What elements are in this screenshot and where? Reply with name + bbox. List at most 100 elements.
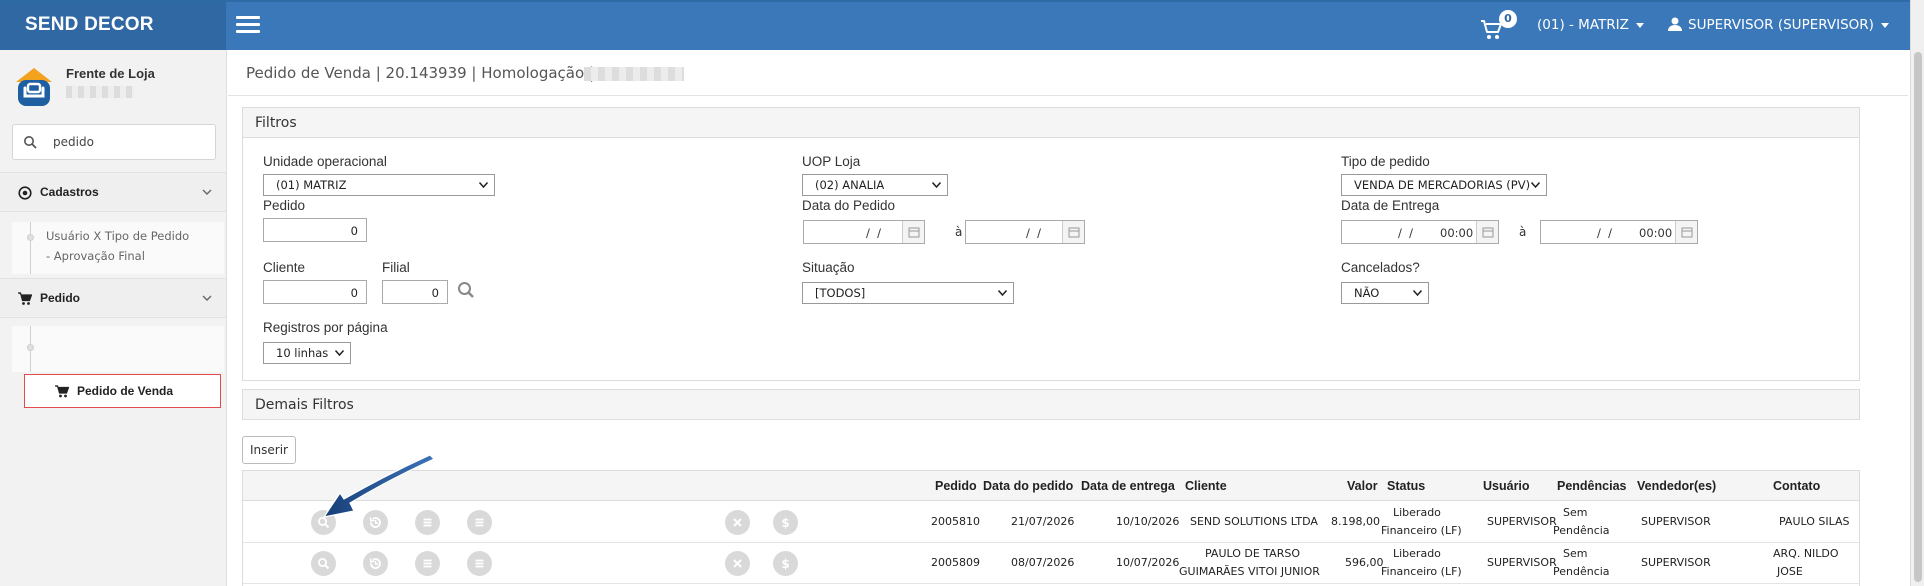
cell-cliente-line2: GUIMARÃES VITOI JUNIOR xyxy=(1179,565,1320,578)
cell-data-entrega: 10/07/2026 xyxy=(1116,556,1180,569)
data-pedido-label: Data do Pedido xyxy=(802,198,896,213)
uop-label: UOP Loja xyxy=(802,154,861,169)
cell-pendencias-line1: Sem xyxy=(1563,506,1588,519)
uop-select[interactable]: (02) ANALIA xyxy=(802,174,948,196)
pedido-input[interactable]: 0 xyxy=(263,218,367,242)
data-entrega-fim-input[interactable]: / / 00:00 xyxy=(1540,220,1698,244)
col-header-usuario[interactable]: Usuário xyxy=(1483,479,1530,493)
search-icon[interactable] xyxy=(457,281,475,299)
unidade-select-value: (01) MATRIZ xyxy=(276,178,347,192)
data-pedido-fim-input[interactable]: / / xyxy=(965,220,1085,244)
annotation-arrow-icon xyxy=(322,455,436,518)
details-button[interactable] xyxy=(467,551,492,576)
data-pedido-inicio-input[interactable]: / / xyxy=(803,220,925,244)
scrollbar-thumb[interactable] xyxy=(1914,52,1922,582)
calendar-icon[interactable] xyxy=(902,221,924,243)
cart-button[interactable]: 0 xyxy=(1480,10,1517,43)
payment-button[interactable]: $ xyxy=(773,510,798,535)
registros-select[interactable]: 10 linhas xyxy=(263,342,351,364)
cell-status-line1: Liberado xyxy=(1393,547,1441,560)
unit-selector[interactable]: (01) - MATRIZ xyxy=(1537,17,1644,33)
chevron-down-icon xyxy=(1413,290,1422,296)
more-filters-title[interactable]: Demais Filtros xyxy=(243,390,1859,419)
calendar-icon[interactable] xyxy=(1476,221,1498,243)
chevron-down-icon xyxy=(1880,22,1889,28)
svg-text:$: $ xyxy=(781,557,789,571)
filial-input[interactable]: 0 xyxy=(382,280,448,304)
cliente-input[interactable]: 0 xyxy=(263,280,367,304)
col-header-pedido[interactable]: Pedido xyxy=(935,479,977,493)
more-filters-panel[interactable]: Demais Filtros xyxy=(242,389,1860,420)
cancelados-select[interactable]: NÃO xyxy=(1341,282,1429,304)
filters-panel-title[interactable]: Filtros xyxy=(243,108,1859,138)
page-title: Pedido de Venda | 20.143939 | Homologaçã… xyxy=(246,64,594,82)
cell-data-entrega: 10/10/2026 xyxy=(1116,515,1180,528)
cell-cliente-line1: PAULO DE TARSO xyxy=(1205,547,1300,560)
sidebar-section-label: Pedido xyxy=(40,291,81,305)
cell-usuario: SUPERVISOR xyxy=(1487,515,1557,528)
sidebar-section-cadastros[interactable]: Cadastros xyxy=(0,172,226,212)
sidebar-search-input[interactable] xyxy=(53,133,203,151)
col-header-cliente[interactable]: Cliente xyxy=(1185,479,1227,493)
list-button[interactable] xyxy=(415,551,440,576)
data-entrega-inicio-input[interactable]: / / 00:00 xyxy=(1341,220,1499,244)
col-header-data-entrega[interactable]: Data de entrega xyxy=(1081,479,1175,493)
pedido-label: Pedido xyxy=(263,198,306,213)
sidebar-section-label: Cadastros xyxy=(40,185,99,199)
user-icon xyxy=(1668,17,1682,31)
sidebar-submenu-pedido xyxy=(12,326,224,372)
menu-toggle-icon[interactable] xyxy=(236,16,260,34)
view-order-button[interactable] xyxy=(311,551,336,576)
history-icon xyxy=(369,558,381,569)
table-header: Pedido Data do pedido Data de entrega Cl… xyxy=(243,471,1859,501)
table-row[interactable]: $ 2005810 21/07/2026 10/10/2026 SEND SOL… xyxy=(243,502,1859,543)
chevron-down-icon xyxy=(202,189,212,195)
col-header-status[interactable]: Status xyxy=(1387,479,1425,493)
col-header-vendedores[interactable]: Vendedor(es) xyxy=(1637,479,1716,493)
col-header-contato[interactable]: Contato xyxy=(1773,479,1820,493)
col-header-pendencias[interactable]: Pendências xyxy=(1557,479,1626,493)
profile-name: Frente de Loja xyxy=(66,66,155,81)
unidade-select[interactable]: (01) MATRIZ xyxy=(263,174,495,196)
chevron-down-icon xyxy=(1635,22,1644,28)
col-header-valor[interactable]: Valor xyxy=(1347,479,1378,493)
cell-contato: PAULO SILAS xyxy=(1779,515,1850,528)
cell-status-line2: Financeiro (LF) xyxy=(1381,565,1462,578)
situacao-select[interactable]: [TODOS] xyxy=(802,282,1014,304)
cell-contato-line1: ARQ. NILDO xyxy=(1773,547,1839,560)
details-button[interactable] xyxy=(467,510,492,535)
cart-icon xyxy=(18,292,32,305)
vertical-scrollbar[interactable] xyxy=(1910,0,1924,586)
history-button[interactable] xyxy=(363,551,388,576)
cell-pedido: 2005810 xyxy=(931,515,980,528)
sidebar-search[interactable] xyxy=(12,124,216,160)
date-range-separator: à xyxy=(1519,225,1527,239)
col-header-data-pedido[interactable]: Data do pedido xyxy=(983,479,1073,493)
tipo-pedido-select[interactable]: VENDA DE MERCADORIAS (PV) xyxy=(1341,174,1547,196)
dollar-icon: $ xyxy=(781,557,789,571)
unit-selector-label: (01) - MATRIZ xyxy=(1537,17,1629,33)
tipo-pedido-label: Tipo de pedido xyxy=(1341,154,1430,169)
list-icon xyxy=(423,559,432,568)
insert-button[interactable]: Inserir xyxy=(242,436,296,464)
cell-data-pedido: 08/07/2026 xyxy=(1011,556,1075,569)
calendar-icon[interactable] xyxy=(1062,221,1084,243)
payment-button[interactable]: $ xyxy=(773,551,798,576)
cancel-order-button[interactable] xyxy=(725,551,750,576)
store-logo-icon xyxy=(16,68,52,106)
chevron-down-icon xyxy=(932,182,941,188)
date-range-separator: à xyxy=(955,225,963,239)
user-menu[interactable]: SUPERVISOR (SUPERVISOR) xyxy=(1668,17,1889,33)
cancelados-select-value: NÃO xyxy=(1354,286,1380,300)
close-icon xyxy=(733,518,742,527)
table-row[interactable]: $ 2005809 08/07/2026 10/07/2026 PAULO DE… xyxy=(243,543,1859,584)
brand-logo[interactable]: SEND DECOR xyxy=(0,2,226,50)
sidebar-section-pedido[interactable]: Pedido xyxy=(0,278,226,318)
search-icon xyxy=(24,136,37,149)
sidebar-item-pedido-de-venda[interactable]: Pedido de Venda xyxy=(24,374,221,408)
sidebar-item-usuario-tipo-pedido[interactable]: Usuário X Tipo de Pedido - Aprovação Fin… xyxy=(46,226,196,266)
cell-data-pedido: 21/07/2026 xyxy=(1011,515,1075,528)
cell-pendencias-line1: Sem xyxy=(1563,547,1588,560)
calendar-icon[interactable] xyxy=(1675,221,1697,243)
cancel-order-button[interactable] xyxy=(725,510,750,535)
